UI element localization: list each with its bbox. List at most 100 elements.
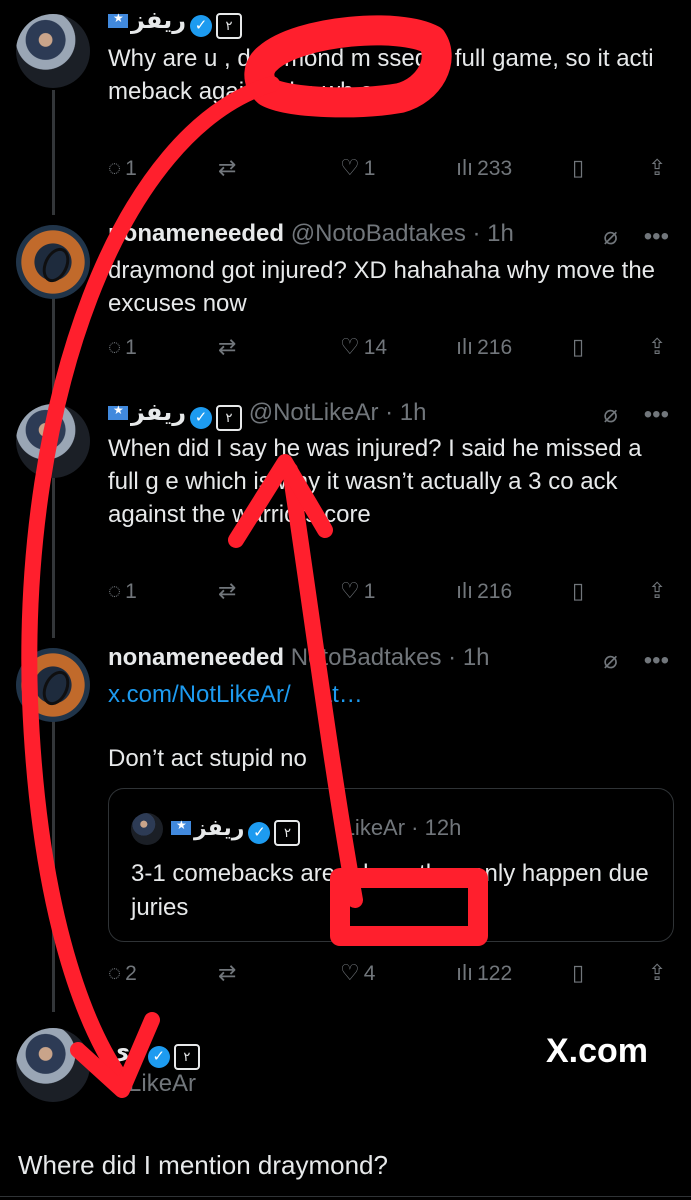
heart-icon: ♡: [340, 578, 360, 603]
author-handle[interactable]: otLikeAr: [108, 1070, 196, 1098]
author-handle[interactable]: @NotoBadtakes: [291, 220, 466, 247]
quote-header: ريفز✓٢ tLikeAr · 12h: [171, 815, 461, 846]
reply-icon: ◌: [108, 578, 122, 603]
like-button[interactable]: ♡ 4: [340, 960, 375, 986]
bookmark-button[interactable]: ▯: [572, 155, 588, 181]
tweet-header: ريفز✓٢ @NotLikeAr · 1h: [108, 398, 426, 431]
verified-icon: ✓: [147, 1046, 170, 1068]
badge-icon: ٢: [216, 405, 243, 431]
thread-line: [52, 90, 55, 215]
tweet-text: draymond got injured? XD hahahaha why mo…: [108, 257, 656, 317]
author-handle[interactable]: @NotLikeAr: [249, 399, 379, 426]
repost-button[interactable]: ⇄: [218, 155, 240, 181]
tweet-actions: ◌ 1 ⇄ ♡ 1 ılı 233 ▯ ⇪: [108, 155, 673, 185]
timestamp[interactable]: 1h: [463, 644, 490, 671]
views-button[interactable]: ılı 216: [456, 578, 512, 604]
tweet-actions: ◌ 1 ⇄ ♡ 1 ılı 216 ▯ ⇪: [108, 578, 673, 608]
thread-line: [52, 712, 55, 1012]
bookmark-button[interactable]: ▯: [572, 334, 588, 360]
repost-icon: ⇄: [218, 155, 237, 180]
bookmark-icon: ▯: [572, 155, 585, 180]
bookmark-icon: ▯: [572, 960, 585, 985]
repost-button[interactable]: ⇄: [218, 578, 240, 604]
more-icon[interactable]: •••: [644, 401, 669, 428]
divider: [0, 1196, 691, 1197]
bookmark-icon: ▯: [572, 578, 585, 603]
quote-author-handle: tLikeAr: [336, 815, 406, 840]
tweet-text: Don’t act stupid no: [108, 745, 307, 772]
tweet-header: ريفز✓٢: [108, 6, 243, 39]
share-button[interactable]: ⇪: [648, 960, 670, 986]
share-icon: ⇪: [648, 960, 667, 985]
reply-icon: ◌: [108, 960, 122, 985]
like-button[interactable]: ♡ 14: [340, 334, 387, 360]
author-name[interactable]: nonameneeded: [108, 220, 284, 247]
grok-icon[interactable]: ⌀: [603, 223, 617, 250]
share-button[interactable]: ⇪: [648, 155, 670, 181]
author-name[interactable]: ري: [108, 1038, 144, 1065]
quote-avatar: [131, 813, 163, 845]
timestamp[interactable]: 1h: [487, 220, 514, 247]
reply-button[interactable]: ◌ 1: [108, 578, 137, 604]
verified-icon: ✓: [190, 15, 213, 37]
grok-icon[interactable]: ⌀: [603, 647, 617, 674]
reply-button[interactable]: ◌ 2: [108, 960, 137, 986]
x-logo: X.com: [546, 1032, 649, 1070]
views-button[interactable]: ılı 233: [456, 155, 512, 181]
bookmark-button[interactable]: ▯: [572, 960, 588, 986]
views-icon: ılı: [456, 155, 474, 180]
share-icon: ⇪: [648, 334, 667, 359]
reply-button[interactable]: ◌ 1: [108, 155, 137, 181]
views-icon: ılı: [456, 960, 474, 985]
like-button[interactable]: ♡ 1: [340, 578, 375, 604]
timestamp[interactable]: 1h: [400, 399, 427, 426]
tweet-header: nonameneeded @NotoBadtakes · 1h: [108, 220, 514, 247]
avatar[interactable]: [16, 1028, 90, 1102]
repost-icon: ⇄: [218, 578, 237, 603]
tweet-text: Where did I mention draymond?: [18, 1150, 388, 1180]
tweet-text: When did I say he was injured? I said he…: [108, 435, 642, 528]
flag-icon: [108, 403, 128, 420]
avatar[interactable]: [16, 404, 90, 478]
tweet-link-tail[interactable]: at…: [319, 681, 363, 708]
verified-icon: ✓: [248, 822, 271, 844]
reply-icon: ◌: [108, 155, 122, 180]
tweet-actions: ◌ 1 ⇄ ♡ 14 ılı 216 ▯ ⇪: [108, 334, 673, 364]
bookmark-button[interactable]: ▯: [572, 578, 588, 604]
verified-icon: ✓: [190, 407, 213, 429]
avatar[interactable]: [16, 14, 90, 88]
avatar[interactable]: [16, 648, 90, 722]
share-button[interactable]: ⇪: [648, 334, 670, 360]
tweet-header: nonameneeded NotoBadtakes · 1h: [108, 644, 490, 671]
quote-author-name: ريفز: [194, 815, 245, 840]
quote-text: 3-1 comebacks are ed cuz they only happe…: [131, 860, 649, 921]
more-icon[interactable]: •••: [644, 223, 669, 250]
heart-icon: ♡: [340, 155, 360, 180]
repost-button[interactable]: ⇄: [218, 960, 240, 986]
tweet-menu: ⌀ •••: [577, 400, 669, 429]
author-header: ري ✓ ٢: [108, 1037, 200, 1070]
tweet-menu: ⌀ •••: [577, 646, 669, 675]
more-icon[interactable]: •••: [644, 647, 669, 674]
like-button[interactable]: ♡ 1: [340, 155, 375, 181]
quoted-tweet[interactable]: ريفز✓٢ tLikeAr · 12h 3-1 comebacks are e…: [108, 788, 674, 942]
views-button[interactable]: ılı 122: [456, 960, 512, 986]
avatar[interactable]: [16, 225, 90, 299]
grok-icon[interactable]: ⌀: [603, 401, 617, 428]
share-button[interactable]: ⇪: [648, 578, 670, 604]
tweet-link[interactable]: x.com/NotLikeAr/: [108, 681, 291, 708]
badge-icon: ٢: [274, 820, 301, 846]
flag-icon: [171, 818, 191, 835]
author-name[interactable]: nonameneeded: [108, 644, 284, 671]
author-name[interactable]: ريفز: [131, 7, 186, 34]
repost-button[interactable]: ⇄: [218, 334, 240, 360]
flag-icon: [108, 11, 128, 28]
reply-button[interactable]: ◌ 1: [108, 334, 137, 360]
author-handle[interactable]: NotoBadtakes: [291, 644, 442, 671]
badge-icon: ٢: [173, 1044, 200, 1070]
thread-line: [52, 478, 55, 638]
repost-icon: ⇄: [218, 960, 237, 985]
reply-icon: ◌: [108, 334, 122, 359]
author-name[interactable]: ريفز: [131, 399, 186, 426]
views-button[interactable]: ılı 216: [456, 334, 512, 360]
